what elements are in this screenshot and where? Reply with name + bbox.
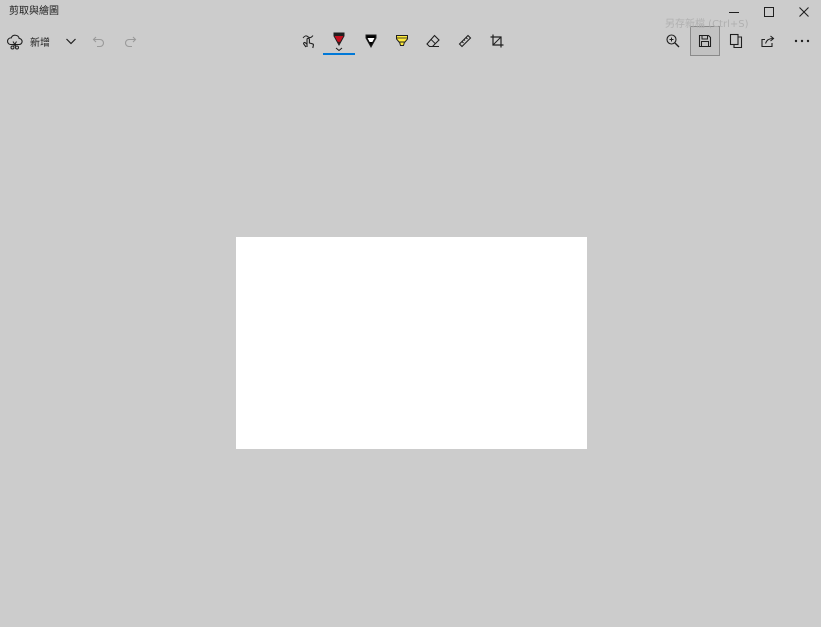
ruler-button[interactable] xyxy=(453,26,477,56)
highlighter-icon xyxy=(396,35,408,46)
maximize-icon xyxy=(763,7,774,17)
new-snip-button[interactable]: 新增 xyxy=(6,26,56,56)
eraser-button[interactable] xyxy=(421,26,445,56)
redo-button[interactable] xyxy=(119,26,141,56)
maximize-button[interactable] xyxy=(751,0,786,24)
crop-button[interactable] xyxy=(485,26,509,56)
share-button[interactable] xyxy=(756,26,780,56)
undo-icon xyxy=(92,36,105,48)
new-snip-label: 新增 xyxy=(30,37,50,49)
copy-icon xyxy=(729,33,743,49)
cloud-scissors-icon xyxy=(7,34,23,50)
save-icon xyxy=(698,34,712,48)
copy-button[interactable] xyxy=(724,26,748,56)
eraser-icon xyxy=(426,34,440,48)
chevron-down-icon xyxy=(66,38,76,45)
touch-writing-icon xyxy=(302,35,314,49)
ballpoint-pen-icon xyxy=(333,32,345,52)
zoom-button[interactable] xyxy=(661,26,685,56)
highlighter-button[interactable] xyxy=(390,26,414,56)
pencil-icon xyxy=(365,34,377,49)
touch-writing-button[interactable] xyxy=(296,26,320,56)
ruler-icon xyxy=(458,34,472,48)
close-button[interactable] xyxy=(786,0,821,24)
toolbar: 新增 xyxy=(0,26,821,56)
selected-tool-indicator xyxy=(323,53,355,55)
new-snip-dropdown[interactable] xyxy=(60,26,82,56)
app-title: 剪取與繪圖 xyxy=(9,6,59,17)
more-button[interactable] xyxy=(790,26,814,56)
pencil-button[interactable] xyxy=(359,26,383,56)
more-icon xyxy=(794,39,810,43)
close-icon xyxy=(798,7,809,17)
redo-icon xyxy=(124,36,137,48)
ballpoint-pen-button[interactable] xyxy=(327,26,351,56)
crop-icon xyxy=(490,34,504,48)
save-button[interactable] xyxy=(693,26,717,56)
undo-button[interactable] xyxy=(88,26,110,56)
zoom-in-icon xyxy=(666,34,680,48)
share-icon xyxy=(761,35,775,48)
drawing-canvas[interactable] xyxy=(236,237,587,449)
